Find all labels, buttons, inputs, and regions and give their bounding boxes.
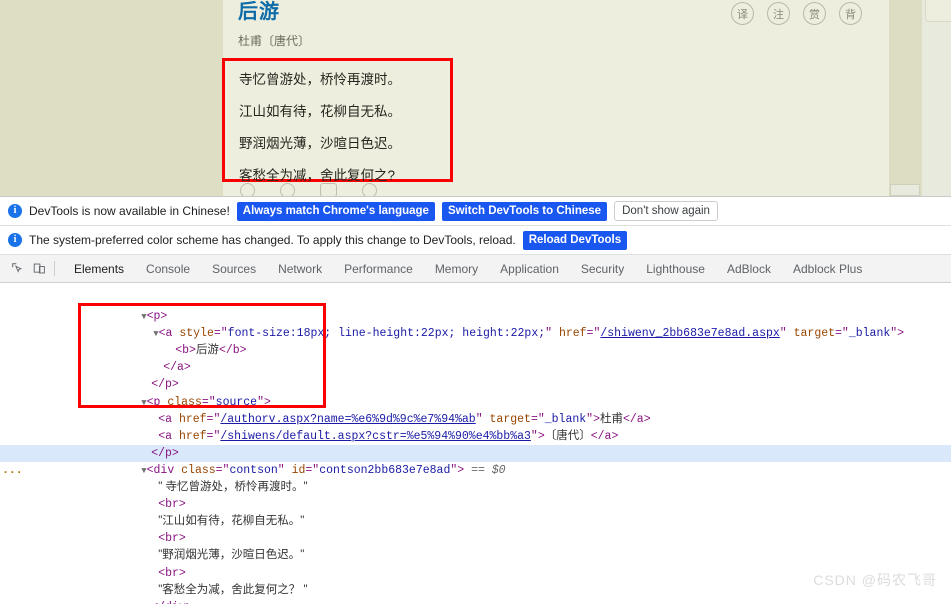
complete-icon[interactable]	[362, 183, 377, 196]
attr-class-value: contson	[229, 463, 278, 477]
attr-class-name: class	[167, 395, 202, 409]
translate-icon[interactable]: 译	[731, 2, 754, 25]
tab-application[interactable]: Application	[489, 255, 570, 283]
attr-href-name: href	[558, 327, 587, 341]
attr-href-name: href	[178, 412, 207, 426]
notification-text: The system-preferred color scheme has ch…	[29, 233, 516, 247]
selected-row-ellipsis: ...	[2, 463, 23, 477]
poem-title[interactable]: 后游	[238, 0, 280, 24]
tab-console[interactable]: Console	[135, 255, 201, 283]
attr-id-name: id	[291, 463, 306, 477]
dom-tag: </a>	[163, 361, 191, 375]
attr-href-value[interactable]: /shiwenv_2bb683e7e8ad.aspx	[600, 327, 779, 340]
tab-security[interactable]: Security	[570, 255, 635, 283]
attr-target-value: _blank	[544, 412, 587, 426]
tab-lighthouse[interactable]: Lighthouse	[635, 255, 716, 283]
tab-performance[interactable]: Performance	[333, 255, 424, 283]
page-right-rail	[889, 0, 922, 196]
dom-text-node: "野润烟光薄，沙暄日色迟。"	[158, 549, 305, 562]
tab-network[interactable]: Network	[267, 255, 333, 283]
copy-icon[interactable]	[320, 183, 337, 196]
poem-line: 寺忆曾游处，桥怜再渡时。	[239, 72, 401, 87]
attr-href-value[interactable]: /shiwens/default.aspx?cstr=%e5%94%90%e4%…	[220, 430, 531, 443]
attr-target-value: _blank	[848, 327, 891, 341]
notification-language: i DevTools is now available in Chinese! …	[0, 197, 951, 226]
dom-text-author: 杜甫	[599, 412, 623, 425]
dom-tag-br: <br>	[158, 498, 186, 512]
dom-tag: <p>	[146, 310, 168, 324]
notification-color-scheme: i The system-preferred color scheme has …	[0, 226, 951, 255]
info-icon: i	[8, 204, 22, 218]
dom-tag: </p>	[151, 446, 179, 460]
screenshot-root: 后游 杜甫〔唐代〕 译 注 赏 背 寺忆曾游处，桥怜再渡时。 江山如有待，花柳自…	[0, 0, 951, 604]
toolbar-divider	[54, 261, 55, 276]
poem-line: 客愁全为减，舍此复何之?	[239, 168, 396, 183]
page-left-gutter	[0, 0, 223, 196]
dom-text-node: " 寺忆曾游处，桥怜再渡时。"	[158, 481, 308, 494]
memorize-icon[interactable]: 背	[839, 2, 862, 25]
favorite-icon[interactable]	[280, 183, 295, 196]
floating-widget[interactable]	[925, 0, 951, 22]
attr-class-value: source	[215, 395, 258, 409]
attr-id-value: contson2bb683e7e8ad	[319, 463, 451, 477]
tab-elements[interactable]: Elements	[63, 255, 135, 283]
dom-tag-br: <br>	[158, 566, 186, 580]
attr-target-name: target	[793, 327, 836, 341]
dom-text-title: 后游	[195, 344, 219, 357]
selected-node-marker: == $0	[471, 463, 506, 477]
tab-memory[interactable]: Memory	[424, 255, 489, 283]
tab-sources[interactable]: Sources	[201, 255, 267, 283]
devtools-panel: i DevTools is now available in Chinese! …	[0, 196, 951, 604]
dom-text-dynasty: 〔唐代〕	[544, 429, 591, 442]
attr-href-value[interactable]: /authorv.aspx?name=%e6%9d%9c%e7%94%ab	[220, 413, 475, 426]
poem-line: 江山如有待，花柳自无私。	[239, 104, 401, 119]
dom-row[interactable]: <div class="yizhu">…</div>	[0, 283, 951, 291]
always-match-language-button[interactable]: Always match Chrome's language	[236, 201, 435, 221]
page-far-right-column	[922, 0, 951, 196]
attr-class-name: class	[181, 463, 216, 477]
attr-style-value: font-size:18px; line-height:22px; height…	[227, 327, 546, 341]
tab-adblock[interactable]: AdBlock	[716, 255, 782, 283]
dom-text-node: "客愁全为减，舍此复何之？ "	[158, 583, 308, 596]
switch-devtools-chinese-button[interactable]: Switch DevTools to Chinese	[441, 201, 608, 221]
dom-tag-br: <br>	[158, 532, 186, 546]
appreciate-icon[interactable]: 赏	[803, 2, 826, 25]
attr-target-name: target	[489, 412, 531, 426]
devtools-tabbar: Elements Console Sources Network Perform…	[0, 255, 951, 283]
page-side-stub	[890, 184, 920, 196]
attr-href-name: href	[178, 429, 207, 443]
dom-tag: </p>	[151, 378, 179, 392]
device-toolbar-icon[interactable]	[28, 259, 50, 279]
poem-action-icons	[240, 183, 377, 196]
notification-text: DevTools is now available in Chinese!	[29, 204, 230, 218]
reload-devtools-button[interactable]: Reload DevTools	[522, 230, 628, 250]
like-icon[interactable]	[240, 183, 255, 196]
tab-adblock-plus[interactable]: Adblock Plus	[782, 255, 873, 283]
poem-body-highlight-box: 寺忆曾游处，桥怜再渡时。 江山如有待，花柳自无私。 野润烟光薄，沙暄日色迟。 客…	[222, 58, 453, 183]
poem-tool-icons: 译 注 赏 背	[731, 2, 862, 25]
dont-show-again-button[interactable]: Don't show again	[614, 201, 718, 221]
annotate-icon[interactable]: 注	[767, 2, 790, 25]
attr-style-name: style	[179, 327, 214, 341]
watermark: CSDN @码农飞哥	[813, 572, 937, 588]
dom-row[interactable]: ▼<p>	[0, 291, 951, 323]
poem-source[interactable]: 杜甫〔唐代〕	[238, 33, 310, 49]
poem-line: 野润烟光薄，沙暄日色迟。	[239, 136, 401, 151]
inspect-element-icon[interactable]	[6, 259, 28, 279]
dom-tree[interactable]: <div class="yizhu">…</div> ▼<p> ▼<a styl…	[0, 283, 951, 604]
dom-text-node: "江山如有待，花柳自无私。"	[158, 515, 305, 528]
webpage-region: 后游 杜甫〔唐代〕 译 注 赏 背 寺忆曾游处，桥怜再渡时。 江山如有待，花柳自…	[0, 0, 951, 196]
info-icon: i	[8, 233, 22, 247]
